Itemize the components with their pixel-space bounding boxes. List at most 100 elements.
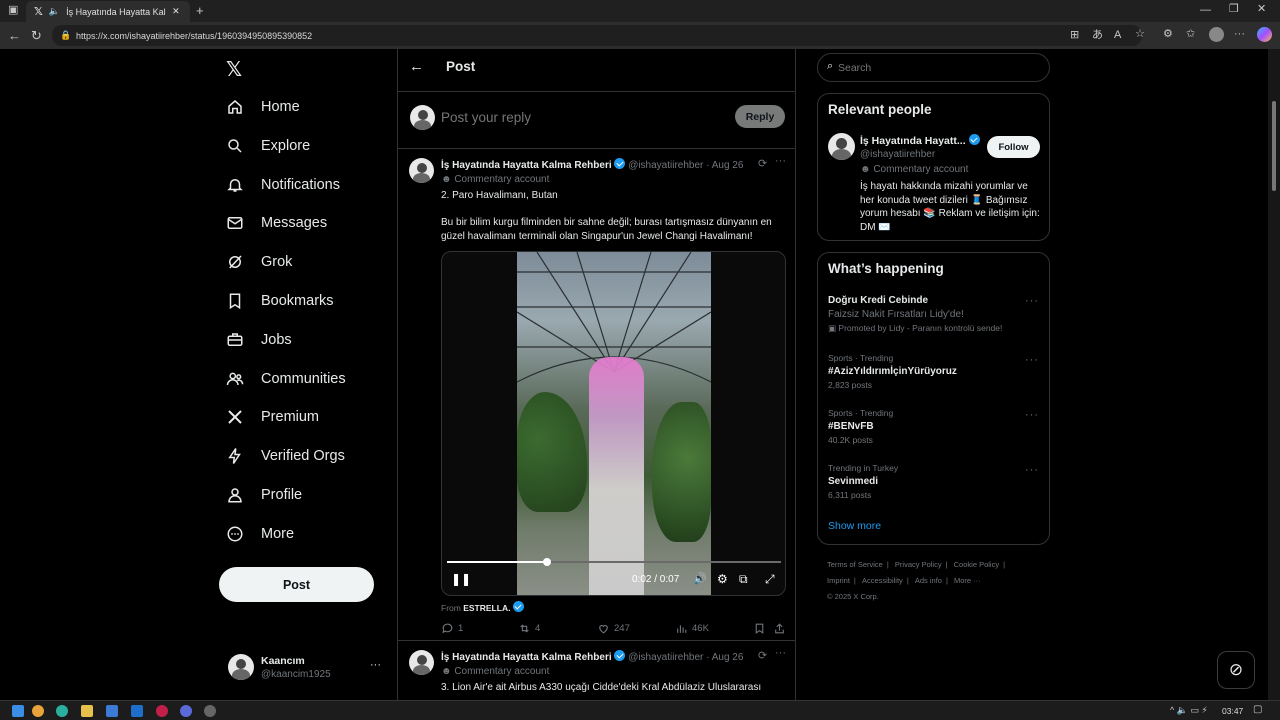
minimize-icon[interactable]: —: [1200, 5, 1211, 16]
nav-item-notifications[interactable]: Notifications: [222, 170, 340, 200]
x-logo-icon[interactable]: 𝕏: [226, 57, 242, 82]
browser-tab[interactable]: 𝕏 🔈 İş Hayatında Hayatta Kalma R ✕: [26, 1, 190, 22]
picture-in-picture-icon[interactable]: ⧉: [739, 572, 748, 587]
trend-item[interactable]: Sports · Trending #AzizYıldırımİçinYürüyo…: [828, 353, 1040, 390]
copilot-icon[interactable]: [1257, 27, 1272, 42]
nav-item-messages[interactable]: Messages: [222, 208, 327, 238]
video-progress-track[interactable]: [447, 558, 781, 566]
translate-icon[interactable]: あ: [1092, 30, 1103, 41]
tweet-date[interactable]: · Aug 26: [706, 160, 743, 171]
person-name-row[interactable]: İş Hayatında Hayatt...: [860, 134, 980, 147]
clock-app-icon[interactable]: [204, 705, 216, 717]
outlook-icon[interactable]: [131, 705, 143, 717]
footer-link[interactable]: Imprint: [827, 576, 850, 585]
settings-more-icon[interactable]: ···: [1234, 29, 1245, 40]
trend-more-icon[interactable]: ···: [1025, 464, 1039, 476]
footer-link[interactable]: Terms of Service: [827, 560, 883, 569]
trend-item[interactable]: Trending in Turkey Sevinmedi 6,311 posts: [828, 463, 1040, 500]
trend-item[interactable]: Sports · Trending #BENvFB 40.2K posts: [828, 408, 1040, 445]
nav-item-grok[interactable]: Grok: [222, 247, 292, 277]
nav-item-bookmarks[interactable]: Bookmarks: [222, 286, 334, 316]
footer-link[interactable]: Cookie Policy: [954, 560, 999, 569]
tweet-date[interactable]: · Aug 26: [706, 652, 743, 663]
tweet-author-avatar[interactable]: [409, 158, 434, 183]
nav-item-explore[interactable]: Explore: [222, 131, 310, 161]
read-aloud-icon[interactable]: A: [1114, 30, 1121, 41]
profile-avatar[interactable]: [1209, 27, 1224, 42]
tweet-author-avatar[interactable]: [409, 650, 434, 675]
trend-more-icon[interactable]: ···: [1025, 409, 1039, 421]
app-icon[interactable]: ⊞: [1070, 30, 1079, 41]
person-handle[interactable]: @ishayatiirehber: [860, 149, 935, 160]
reply-action[interactable]: 1: [441, 622, 463, 635]
search-input[interactable]: [838, 59, 1038, 77]
footer-link[interactable]: Ads info: [915, 576, 942, 585]
footer-link[interactable]: Accessibility: [862, 576, 903, 585]
new-tab-icon[interactable]: +: [196, 4, 204, 17]
tweet[interactable]: İş Hayatında Hayatta Kalma Rehberi @isha…: [398, 641, 795, 700]
nav-item-verified-orgs[interactable]: Verified Orgs: [222, 441, 345, 471]
favorites-icon[interactable]: ✩: [1186, 29, 1195, 40]
page-scrollbar[interactable]: [1268, 49, 1280, 700]
nav-item-home[interactable]: Home: [222, 92, 300, 122]
repost-action[interactable]: 4: [518, 622, 540, 635]
fullscreen-icon[interactable]: ⤢: [765, 572, 775, 587]
nav-item-profile[interactable]: Profile: [222, 480, 302, 510]
window-menu-icon[interactable]: ▣: [8, 5, 18, 16]
volume-icon[interactable]: 🔊: [693, 572, 707, 585]
nav-item-premium[interactable]: Premium: [222, 402, 319, 432]
post-button[interactable]: Post: [219, 567, 374, 602]
follow-button[interactable]: Follow: [987, 136, 1040, 158]
tweet-author-name[interactable]: İş Hayatında Hayatta Kalma Rehberi: [441, 160, 612, 171]
tweet-handle[interactable]: @ishayatiirehber: [628, 652, 703, 663]
edge-taskbar-icon[interactable]: [56, 705, 68, 717]
start-menu-icon[interactable]: [12, 705, 24, 717]
like-action[interactable]: 247: [597, 622, 630, 635]
notifications-tray-icon[interactable]: ▢: [1253, 704, 1262, 715]
nav-item-more[interactable]: More: [222, 519, 294, 549]
app-icon[interactable]: [180, 705, 192, 717]
bookmark-action[interactable]: [753, 622, 770, 635]
account-more-icon[interactable]: ···: [370, 659, 381, 671]
favorite-icon[interactable]: ☆: [1135, 29, 1145, 40]
speaker-icon[interactable]: 🔈: [49, 6, 60, 17]
widgets-icon[interactable]: [32, 705, 44, 717]
tray-icons[interactable]: ^ 🔈 ▭ ⚡: [1170, 705, 1208, 716]
back-arrow-icon[interactable]: ←: [409, 58, 424, 75]
nav-item-jobs[interactable]: Jobs: [222, 325, 292, 355]
promoted-trend[interactable]: Doğru Kredi Cebinde Faizsiz Nakit Fırsat…: [828, 295, 1040, 340]
restore-icon[interactable]: ❐: [1229, 4, 1239, 15]
tweet-handle[interactable]: @ishayatiirehber: [628, 160, 703, 171]
reply-button[interactable]: Reply: [735, 105, 785, 128]
grok-analyze-icon[interactable]: ⟳: [758, 649, 767, 662]
search-box[interactable]: ⌕: [817, 53, 1050, 82]
close-window-icon[interactable]: ✕: [1257, 4, 1266, 15]
video-settings-icon[interactable]: ⚙: [717, 572, 728, 586]
reply-input[interactable]: [441, 107, 721, 127]
grok-floating-button[interactable]: ⊘: [1217, 651, 1255, 689]
tweet-more-icon[interactable]: ···: [775, 647, 786, 659]
refresh-icon[interactable]: ↻: [31, 29, 42, 42]
views-action[interactable]: 46K: [675, 622, 709, 635]
url-field[interactable]: 🔒 https://x.com/ishayatiirehber/status/1…: [52, 25, 1142, 46]
grok-analyze-icon[interactable]: ⟳: [758, 157, 767, 170]
extensions-icon[interactable]: ⚙: [1163, 29, 1173, 40]
scrollbar-thumb[interactable]: [1272, 101, 1276, 191]
trend-more-icon[interactable]: ···: [1025, 295, 1039, 307]
tweet-author-name[interactable]: İş Hayatında Hayatta Kalma Rehberi: [441, 652, 612, 663]
back-icon[interactable]: ←: [8, 29, 21, 42]
trend-more-icon[interactable]: ···: [1025, 354, 1039, 366]
tweet[interactable]: İş Hayatında Hayatta Kalma Rehberi @isha…: [398, 149, 795, 641]
share-action[interactable]: [773, 622, 790, 635]
nav-item-communities[interactable]: Communities: [222, 364, 346, 394]
show-more-link[interactable]: Show more: [828, 520, 881, 532]
store-icon[interactable]: [106, 705, 118, 717]
video-player[interactable]: ❚❚ 0:02 / 0:07 🔊 ⚙ ⧉ ⤢: [441, 251, 786, 596]
file-explorer-icon[interactable]: [81, 705, 93, 717]
tweet-more-icon[interactable]: ···: [775, 155, 786, 167]
account-switcher[interactable]: Kaancım @kaancim1925 ···: [226, 652, 386, 684]
clock-time[interactable]: 03:47: [1222, 706, 1243, 716]
from-name[interactable]: ESTRELLA.: [463, 603, 510, 613]
tab-close-icon[interactable]: ✕: [172, 6, 180, 17]
opera-icon[interactable]: [156, 705, 168, 717]
